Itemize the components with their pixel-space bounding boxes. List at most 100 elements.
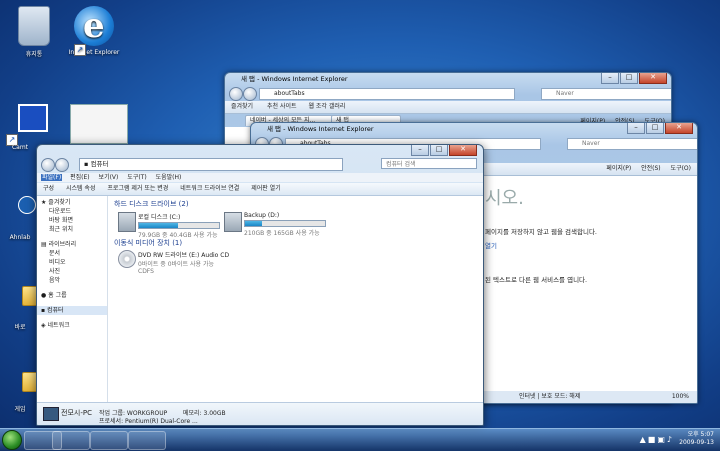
open-control-panel-button[interactable]: 제어판 열기 (251, 185, 281, 192)
hard-drive-icon (224, 212, 242, 232)
menu-tools[interactable]: 도구(T) (126, 174, 147, 181)
back-button[interactable] (41, 158, 55, 172)
drive-c-usage-bar (138, 222, 220, 229)
recycle-bin-icon (18, 6, 50, 46)
menu-view[interactable]: 보기(V) (98, 174, 120, 181)
nav-documents[interactable]: 문서 (37, 249, 107, 258)
nav-libraries[interactable]: ▤ 라이브러리 (37, 240, 107, 249)
library-icon: ▤ (41, 241, 49, 248)
drive-c-usage-fill (139, 223, 179, 228)
minimize-button[interactable]: – (411, 145, 429, 156)
clock-date: 2009-09-13 (679, 439, 714, 446)
suggested-sites-link[interactable]: 추천 사이트 (267, 103, 297, 110)
nav-music[interactable]: 음악 (37, 276, 107, 285)
map-network-drive-button[interactable]: 네트워크 드라이브 연결 (180, 185, 239, 192)
window-controls: – □ ✕ (626, 123, 693, 134)
nav-downloads[interactable]: 다운로드 (37, 207, 107, 216)
menu-bar: 파일(F) 편집(E) 보기(V) 도구(T) 도움말(H) (37, 173, 483, 182)
drive-d-usage-fill (245, 221, 262, 226)
nav-computer[interactable]: ▪ 컴퓨터 (37, 306, 107, 315)
nav-pictures[interactable]: 사진 (37, 267, 107, 276)
back-button[interactable] (229, 87, 243, 101)
camt-label: Camt (11, 144, 29, 151)
explorer-window[interactable]: – □ ✕ ▪ 컴퓨터 컴퓨터 검색 파일(F) 편집(E) 보기(V) 도구(T)… (36, 144, 484, 426)
dvd-icon (118, 250, 136, 268)
recycle-bin-label: 휴지통 (25, 51, 43, 58)
taskbar-explorer-button[interactable] (52, 431, 90, 450)
safety-menu[interactable]: 안전(S) (641, 165, 661, 172)
camtasia-icon[interactable] (18, 104, 48, 132)
drive-e[interactable]: DVD RW 드라이브 (E:) Audio CD 0바이트 중 0바이트 사용… (118, 250, 278, 275)
taskbar-app-button[interactable] (128, 431, 166, 450)
close-button[interactable]: ✕ (665, 123, 693, 134)
taskbar-media-button[interactable] (90, 431, 128, 450)
drive-d-free: 210GB 중 165GB 사용 가능 (244, 230, 320, 237)
clock[interactable]: 오후 5:07 2009-09-13 (679, 431, 714, 447)
nav-recent[interactable]: 최근 위치 (37, 225, 107, 234)
maximize-button[interactable]: □ (620, 73, 638, 84)
processor: 프로세서: Pentium(R) Dual-Core ... (99, 418, 198, 425)
close-button[interactable]: ✕ (639, 73, 667, 84)
shortcut-label: 바로 (14, 324, 26, 331)
forward-button[interactable] (55, 158, 69, 172)
removable-media-section-header[interactable]: 이동식 미디어 장치 (1) (114, 238, 182, 248)
computer-icon (43, 407, 59, 421)
search-input[interactable]: 컴퓨터 검색 (381, 158, 477, 169)
menu-edit[interactable]: 편집(E) (69, 174, 91, 181)
menu-help[interactable]: 도움말(H) (155, 174, 183, 181)
hard-drive-icon (118, 212, 136, 232)
internet-explorer-icon: e (74, 6, 114, 46)
menu-file[interactable]: 파일(F) (41, 174, 63, 181)
hard-disk-section-header[interactable]: 하드 디스크 드라이브 (2) (114, 199, 189, 209)
nav-homegroup[interactable]: ● 홈 그룹 (37, 291, 107, 300)
navigation-pane: ★ 즐겨찾기 다운로드 바탕 화면 최근 위치 ▤ 라이브러리 문서 비디오 사… (37, 196, 108, 402)
breadcrumb[interactable]: ▪ 컴퓨터 (79, 158, 343, 171)
search-box[interactable]: Naver (541, 88, 671, 100)
drive-e-free: 0바이트 중 0바이트 사용 가능 (138, 261, 214, 268)
minimize-button[interactable]: – (601, 73, 619, 84)
page-text-line: 페이지를 저장하지 않고 웹을 검색합니다. (485, 228, 597, 236)
drive-d[interactable]: Backup (D:) 210GB 중 165GB 사용 가능 (224, 212, 326, 237)
recycle-bin-shortcut[interactable]: 휴지통 (6, 6, 62, 58)
internet-explorer-shortcut[interactable]: e ↗ Internet Explorer (66, 6, 122, 56)
pc-name: 전모시-PC (61, 409, 92, 417)
maximize-button[interactable]: □ (646, 123, 664, 134)
minimize-button[interactable]: – (627, 123, 645, 134)
zoom-level[interactable]: 100% (672, 391, 689, 403)
nav-network[interactable]: ◈ 네트워크 (37, 321, 107, 330)
page-text-line: 된 텍스트로 다른 웹 서비스를 엽니다. (485, 276, 588, 284)
shortcut-arrow-icon: ↗ (74, 44, 86, 56)
system-properties-button[interactable]: 시스템 속성 (66, 185, 96, 192)
uninstall-program-button[interactable]: 프로그램 제거 또는 변경 (107, 185, 168, 192)
organize-button[interactable]: 구성 (43, 185, 54, 192)
search-box[interactable]: Naver (567, 138, 697, 150)
close-button[interactable]: ✕ (449, 145, 477, 156)
web-slice-gallery-link[interactable]: 웹 조각 갤러리 (308, 103, 345, 110)
drive-c-name: 로컬 디스크 (C:) (138, 214, 181, 221)
command-bar: 구성 시스템 속성 프로그램 제거 또는 변경 네트워크 드라이브 연결 제어판… (37, 183, 483, 196)
content-pane: 하드 디스크 드라이브 (2) 로컬 디스크 (C:) 79.9GB 중 40.… (108, 196, 483, 402)
reopen-link[interactable]: 열기 (485, 240, 497, 250)
favorites-bar: 즐겨찾기 추천 사이트 웹 조각 갤러리 (225, 101, 671, 114)
nav-desktop[interactable]: 바탕 화면 (37, 216, 107, 225)
system-tray-icons[interactable]: ▲■▣♪ (640, 435, 674, 444)
taskbar: ▲■▣♪ 오후 5:07 2009-09-13 (0, 428, 720, 451)
ahnlab-icon[interactable] (18, 196, 36, 214)
nav-favorites[interactable]: ★ 즐겨찾기 (37, 198, 107, 207)
breadcrumb-computer[interactable]: 컴퓨터 (90, 160, 108, 168)
drive-e-filesystem: CDFS (138, 268, 154, 275)
forward-button[interactable] (243, 87, 257, 101)
window-controls: – □ ✕ (410, 145, 477, 156)
address-bar[interactable]: aboutTabs (259, 88, 515, 100)
nav-videos[interactable]: 비디오 (37, 258, 107, 267)
favorites-button[interactable]: 즐겨찾기 (231, 103, 253, 110)
page-heading: 시오. (485, 188, 524, 209)
maximize-button[interactable]: □ (430, 145, 448, 156)
tools-menu[interactable]: 도구(O) (671, 165, 691, 172)
start-button[interactable] (2, 430, 22, 450)
drive-c[interactable]: 로컬 디스크 (C:) 79.9GB 중 40.4GB 사용 가능 (118, 212, 220, 239)
screenshot-thumbnail[interactable] (70, 104, 128, 144)
drive-d-name: Backup (D:) (244, 212, 280, 219)
security-zone: 인터넷 | 보호 모드: 해제 (519, 393, 581, 400)
page-menu[interactable]: 페이지(P) (606, 165, 631, 172)
